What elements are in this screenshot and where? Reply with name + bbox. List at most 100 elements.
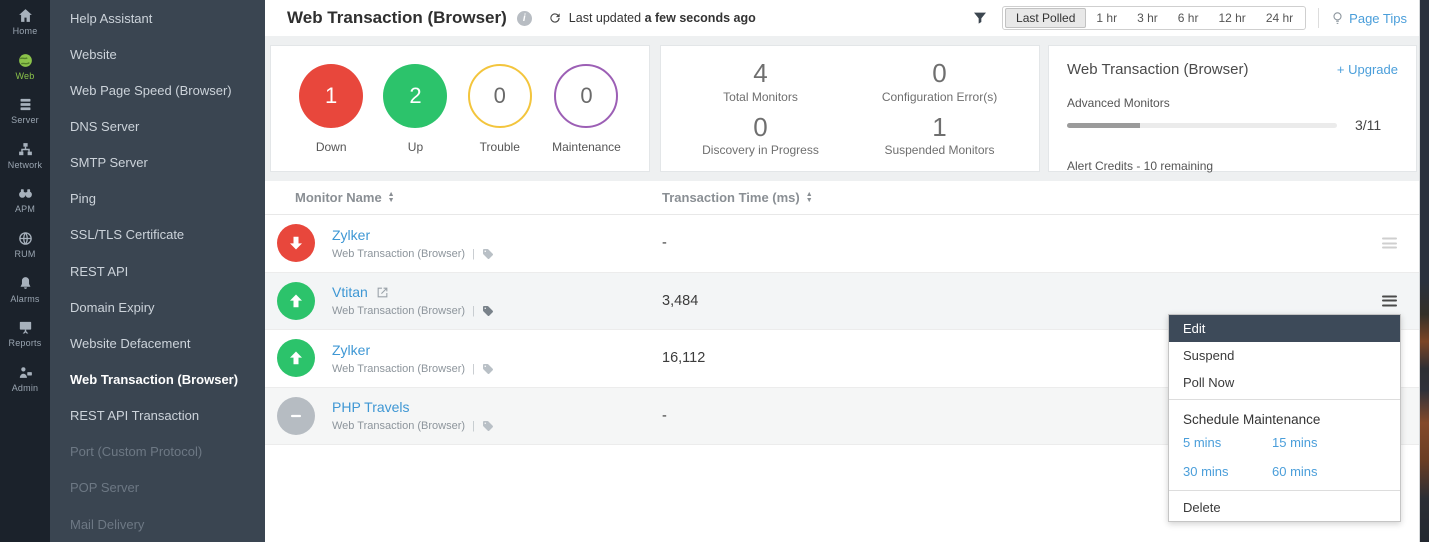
rail-item-admin[interactable]: Admin xyxy=(0,364,50,409)
column-header-transaction-time[interactable]: Transaction Time (ms) ▲▼ xyxy=(662,190,813,205)
rail-item-home[interactable]: Home xyxy=(0,7,50,52)
time-range-24hr[interactable]: 24 hr xyxy=(1256,9,1303,27)
sidebar-item-website[interactable]: Website xyxy=(50,36,265,72)
rail-label: Home xyxy=(13,26,38,36)
page-tips-link[interactable]: Page Tips xyxy=(1331,11,1407,26)
sidebar-item-web-page-speed[interactable]: Web Page Speed (Browser) xyxy=(50,72,265,108)
sidebar-item-ping[interactable]: Ping xyxy=(50,181,265,217)
sidebar-item-ssl-tls-certificate[interactable]: SSL/TLS Certificate xyxy=(50,217,265,253)
rail-label: Reports xyxy=(9,338,42,348)
sidebar-item-rest-api[interactable]: REST API xyxy=(50,253,265,289)
maintenance-5-mins[interactable]: 5 mins xyxy=(1183,435,1272,450)
down-count-circle: 1 xyxy=(299,64,363,128)
info-icon[interactable]: i xyxy=(517,11,532,26)
status-maintenance[interactable]: 0 Maintenance xyxy=(552,64,621,154)
stat-suspended-monitors: 1 Suspended Monitors xyxy=(850,114,1029,157)
monitor-type-label: Web Transaction (Browser) xyxy=(332,363,465,375)
monitor-name-link[interactable]: Zylker xyxy=(332,227,370,243)
context-menu-suspend[interactable]: Suspend xyxy=(1169,342,1400,369)
table-row[interactable]: Zylker Web Transaction (Browser) | - xyxy=(265,215,1419,273)
rail-item-reports[interactable]: Reports xyxy=(0,319,50,364)
status-down[interactable]: 1 Down xyxy=(299,64,363,154)
row-actions-menu-icon[interactable] xyxy=(1382,295,1397,306)
column-header-monitor-name[interactable]: Monitor Name ▲▼ xyxy=(295,190,395,205)
status-up[interactable]: 2 Up xyxy=(383,64,447,154)
upgrade-link[interactable]: + Upgrade xyxy=(1337,62,1398,77)
last-updated-value: a few seconds ago xyxy=(645,11,756,25)
page-header: Web Transaction (Browser) i Last updated… xyxy=(265,0,1419,36)
advanced-monitors-progressbar xyxy=(1067,123,1337,128)
page-tips-label: Page Tips xyxy=(1349,11,1407,26)
status-trouble[interactable]: 0 Trouble xyxy=(468,64,532,154)
rail-item-alarms[interactable]: Alarms xyxy=(0,275,50,320)
context-menu-edit[interactable]: Edit xyxy=(1169,315,1400,342)
context-menu-divider xyxy=(1169,399,1400,400)
stat-discovery-in-progress: 0 Discovery in Progress xyxy=(671,114,850,157)
time-range-3hr[interactable]: 3 hr xyxy=(1127,9,1168,27)
context-menu-schedule-maintenance[interactable]: Schedule Maintenance xyxy=(1169,403,1400,433)
sidebar-item-website-defacement[interactable]: Website Defacement xyxy=(50,325,265,361)
time-range-last-polled[interactable]: Last Polled xyxy=(1005,8,1086,28)
refresh-icon[interactable] xyxy=(548,11,562,25)
sort-icon[interactable]: ▲▼ xyxy=(388,192,395,204)
monitor-type-label: Web Transaction (Browser) xyxy=(332,248,465,260)
sidebar-item-mail-delivery[interactable]: Mail Delivery xyxy=(50,506,265,542)
monitor-name-link[interactable]: Zylker xyxy=(332,342,370,358)
time-range-12hr[interactable]: 12 hr xyxy=(1208,9,1255,27)
arrow-up-icon xyxy=(286,348,306,368)
alert-credits-text: Alert Credits - 10 remaining xyxy=(1067,159,1398,173)
sidebar-item-pop-server[interactable]: POP Server xyxy=(50,470,265,506)
monitor-name-link[interactable]: PHP Travels xyxy=(332,399,410,415)
maintenance-15-mins[interactable]: 15 mins xyxy=(1272,435,1386,450)
maintenance-label: Maintenance xyxy=(552,140,621,154)
rail-item-apm[interactable]: APM xyxy=(0,185,50,230)
maintenance-30-mins[interactable]: 30 mins xyxy=(1183,464,1272,479)
background-page-edge xyxy=(1420,0,1429,542)
filter-icon[interactable] xyxy=(972,10,988,26)
maintenance-60-mins[interactable]: 60 mins xyxy=(1272,464,1386,479)
status-up-icon xyxy=(277,282,315,320)
rail-label: Alarms xyxy=(10,294,39,304)
sidebar-item-rest-api-transaction[interactable]: REST API Transaction xyxy=(50,398,265,434)
sort-icon[interactable]: ▲▼ xyxy=(806,192,813,204)
progress-fill xyxy=(1067,123,1140,128)
tag-icon[interactable] xyxy=(482,420,494,432)
transaction-time-value: - xyxy=(662,408,667,424)
transaction-time-value: 16,112 xyxy=(662,350,705,366)
sidebar-item-port-custom-protocol[interactable]: Port (Custom Protocol) xyxy=(50,434,265,470)
stat-total-monitors: 4 Total Monitors xyxy=(671,60,850,103)
stat-configuration-errors: 0 Configuration Error(s) xyxy=(850,60,1029,103)
rail-item-network[interactable]: Network xyxy=(0,141,50,186)
arrow-down-icon xyxy=(286,233,306,253)
header-toolbar: Last Polled 1 hr 3 hr 6 hr 12 hr 24 hr P… xyxy=(972,0,1407,36)
sidebar-item-smtp-server[interactable]: SMTP Server xyxy=(50,145,265,181)
rail-item-rum[interactable]: RUM xyxy=(0,230,50,275)
stat-label: Configuration Error(s) xyxy=(850,90,1029,104)
trouble-label: Trouble xyxy=(480,140,520,154)
monitor-name-link[interactable]: Vtitan xyxy=(332,284,368,300)
tag-icon[interactable] xyxy=(482,305,494,317)
advanced-monitors-label: Advanced Monitors xyxy=(1067,96,1398,110)
monitor-stats-card: 4 Total Monitors 0 Configuration Error(s… xyxy=(660,45,1040,172)
stat-value: 0 xyxy=(671,114,850,141)
tag-icon[interactable] xyxy=(482,363,494,375)
admin-icon xyxy=(17,364,34,381)
time-range-6hr[interactable]: 6 hr xyxy=(1168,9,1209,27)
sidebar-item-web-transaction-browser[interactable]: Web Transaction (Browser) xyxy=(50,361,265,397)
arrow-up-icon xyxy=(286,291,306,311)
context-menu-poll-now[interactable]: Poll Now xyxy=(1169,369,1400,396)
sidebar-item-help-assistant[interactable]: Help Assistant xyxy=(50,0,265,36)
external-link-icon[interactable] xyxy=(376,286,389,299)
context-menu-divider xyxy=(1169,490,1400,491)
status-up-icon xyxy=(277,339,315,377)
row-actions-menu-icon[interactable] xyxy=(1382,238,1397,249)
toolbar-divider xyxy=(1318,8,1319,28)
column-label: Transaction Time (ms) xyxy=(662,190,800,205)
time-range-1hr[interactable]: 1 hr xyxy=(1086,9,1127,27)
tag-icon[interactable] xyxy=(482,248,494,260)
context-menu-delete[interactable]: Delete xyxy=(1169,494,1400,521)
rail-item-server[interactable]: Server xyxy=(0,96,50,141)
sidebar-item-dns-server[interactable]: DNS Server xyxy=(50,108,265,144)
sidebar-item-domain-expiry[interactable]: Domain Expiry xyxy=(50,289,265,325)
rail-item-web[interactable]: Web xyxy=(0,52,50,97)
